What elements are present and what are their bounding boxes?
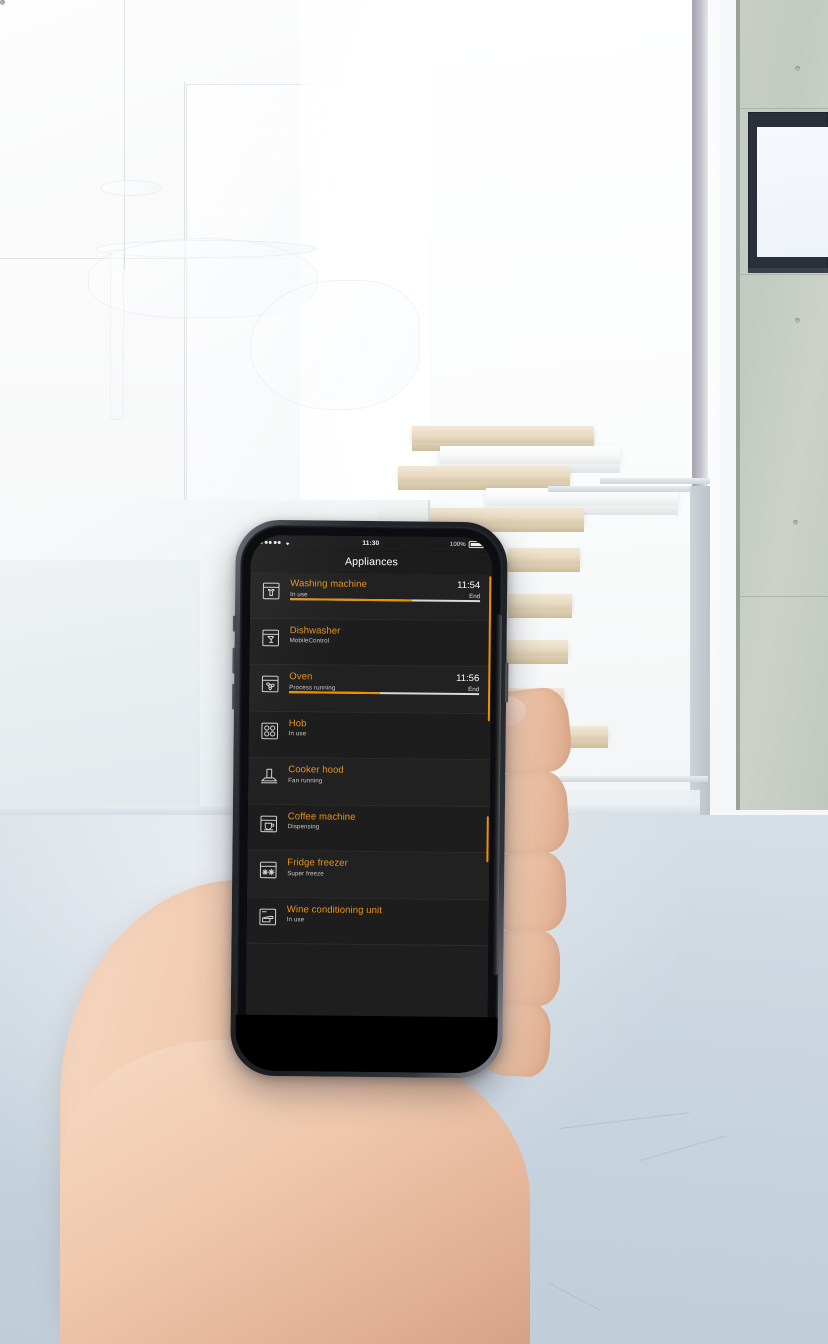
status-bar-right: 100% [449,541,484,549]
phone-chin [235,1014,498,1074]
background-stair-stringer [690,486,710,816]
appliance-row-coffee-machine[interactable]: Coffee machine Dispensing [247,804,490,854]
cooker-hood-icon [258,766,280,788]
appliance-name: Fridge freezer [287,857,348,869]
appliance-status: Super freeze [287,869,324,878]
background-handrail-lower [548,486,708,492]
mute-switch[interactable] [232,615,236,632]
dishwasher-icon [260,626,282,648]
background-window [748,112,828,272]
battery-full-icon [468,541,484,549]
appliance-status: Dispensing [287,823,320,831]
appliance-list[interactable]: Washing machine In use 11:54 End Dishwasher… [245,571,493,1031]
appliance-row-content: Hob In use [289,718,479,740]
washing-machine-icon [260,580,282,602]
appliance-end-time: 11:54 [457,579,481,592]
appliance-status: Fan running [288,776,323,785]
appliance-row-oven[interactable]: Oven Process running 11:56 End [248,664,492,714]
scene-photograph: 11:30 100% Appliances Washing machine In … [0,0,828,1344]
appliance-name: Cooker hood [288,764,344,776]
status-bar-clock: 11:30 [362,539,380,548]
appliance-row-cooker-hood[interactable]: Cooker hood Fan running [247,757,491,807]
oven-icon [259,673,281,695]
status-bar-left [259,539,292,546]
volume-down-button[interactable] [231,683,236,710]
navigation-bar: Appliances [250,549,493,575]
appliance-row-fridge-freezer[interactable]: Fridge freezer Super freeze [246,850,490,900]
appliance-row-hob[interactable]: Hob In use [248,711,491,761]
appliance-name: Washing machine [290,578,367,590]
appliance-end-time-group: 11:56 End [456,673,479,694]
appliance-row-dishwasher[interactable]: Dishwasher MobileControl [249,618,492,668]
appliance-row-content: Wine conditioning unit In use [287,904,477,926]
volume-up-button[interactable] [232,647,236,674]
phone-bezel: 11:30 100% Appliances Washing machine In … [235,524,503,1074]
appliance-status: MobileControl [289,637,330,645]
appliance-end-time-group: 11:54 End [457,580,480,601]
appliance-row-washing-machine[interactable]: Washing machine In use 11:54 End [249,571,493,621]
appliance-status: In use [286,916,305,924]
scroll-indicator-segment[interactable] [485,816,489,863]
appliance-row-content: Coffee machine Dispensing [288,811,478,833]
bezel-glare [492,614,502,976]
hob-icon [259,719,281,741]
appliance-progress-fill [290,597,412,601]
appliance-status: In use [288,730,307,738]
wifi-icon [284,539,292,546]
background-handrail [600,478,710,484]
wine-conditioning-icon [257,905,279,927]
phone-screen: 11:30 100% Appliances Washing machine In … [245,534,493,1064]
appliance-row-content: Washing machine In use 11:54 End [290,578,480,602]
appliance-row-content: Dishwasher MobileControl [290,625,480,647]
appliance-row-content: Cooker hood Fan running [288,764,478,786]
appliance-row-content: Oven Process running 11:56 End [289,671,479,695]
battery-percent-label: 100% [449,541,466,548]
appliance-row-content: Fridge freezer Super freeze [287,857,477,879]
appliance-end-time: 11:56 [456,672,480,685]
page-title: Appliances [344,555,398,569]
appliance-progress-fill [289,690,381,694]
status-bar: 11:30 100% [250,534,493,553]
coffee-machine-icon [258,812,280,834]
smartphone: 11:30 100% Appliances Washing machine In … [230,519,509,1079]
power-button[interactable] [505,662,509,703]
appliance-row-wine-conditioning-unit[interactable]: Wine conditioning unit In use [246,897,489,947]
signal-strength-dots [259,540,281,545]
fridge-freezer-icon [257,859,279,881]
palm-heel-below-phone [60,1040,530,1344]
appliance-name: Wine conditioning unit [286,903,383,916]
